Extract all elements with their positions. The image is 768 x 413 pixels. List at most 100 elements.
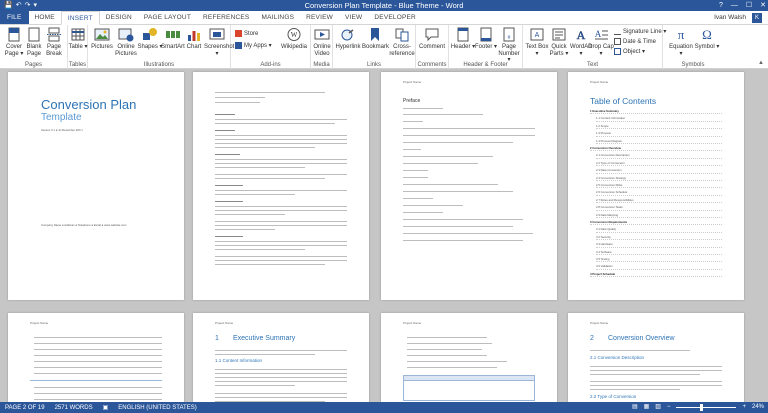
- word-count[interactable]: 2571 WORDS: [50, 405, 98, 411]
- tab-insert[interactable]: INSERT: [60, 11, 100, 25]
- quick-parts-icon: [552, 28, 566, 41]
- toc-item[interactable]: 1.1 Content Information: [596, 117, 722, 122]
- toc-item[interactable]: 3.6 Validation: [596, 265, 722, 270]
- hyperlink-icon: [341, 29, 354, 41]
- page-preface[interactable]: Project Name Preface: [381, 72, 557, 300]
- signature-icon: [614, 28, 621, 35]
- tab-references[interactable]: REFERENCES: [197, 11, 255, 24]
- zoom-out-button[interactable]: −: [667, 402, 671, 413]
- signature-line-button[interactable]: Signature Line ▾: [614, 28, 666, 35]
- toc-item[interactable]: 2.6 Conversion Schedule: [596, 191, 722, 196]
- help-button[interactable]: ?: [719, 0, 723, 11]
- page-toc-continued[interactable]: Project Name: [8, 313, 184, 402]
- zoom-in-button[interactable]: +: [742, 402, 746, 413]
- toc-item[interactable]: 2.9 Data Mapping: [596, 213, 722, 218]
- cross-reference-button[interactable]: Cross-reference: [389, 27, 415, 57]
- page-copyright[interactable]: [193, 72, 369, 300]
- drop-cap-button[interactable]: A Drop Cap ▾: [588, 27, 614, 57]
- page-toc[interactable]: Project Name Table of Contents 1 Executi…: [568, 72, 744, 300]
- group-pages: Cover Page ▾ Blank Page Page Break Pages: [0, 25, 68, 69]
- toc-item[interactable]: 2.5 Conversion Risks: [596, 183, 722, 189]
- tab-view[interactable]: VIEW: [339, 11, 368, 24]
- store-button[interactable]: Store: [235, 30, 258, 37]
- page-conversion-overview[interactable]: Project Name 2 Conversion Overview 2.1 C…: [568, 313, 744, 402]
- online-pictures-button[interactable]: Online Pictures: [113, 27, 139, 57]
- online-picture-icon: [118, 28, 134, 42]
- toc-item[interactable]: 3.1 Data Quality: [596, 228, 722, 233]
- date-time-button[interactable]: Date & Time: [614, 38, 656, 45]
- page-cover[interactable]: Conversion Plan Template Version X.x ● 3…: [8, 72, 184, 300]
- group-symbols: π Equation ▾ Ω Symbol ▾ Symbols: [668, 27, 720, 68]
- tab-home[interactable]: HOME: [29, 11, 61, 24]
- tab-review[interactable]: REVIEW: [300, 11, 339, 24]
- toc-item[interactable]: 3.2 Security: [596, 235, 722, 241]
- page-count[interactable]: PAGE 2 OF 19: [0, 405, 50, 411]
- toc-item[interactable]: 3.4 Software: [596, 250, 722, 255]
- toc-item[interactable]: 2.1 Conversion Description: [596, 154, 722, 159]
- conv-number: 2: [590, 335, 594, 342]
- zoom-slider[interactable]: [676, 404, 737, 411]
- toc-item[interactable]: 1.4 Process Diagram: [596, 139, 722, 144]
- wikipedia-button[interactable]: W Wikipedia: [281, 27, 307, 51]
- toc-item[interactable]: 2.7 Roles and Responsibilities: [596, 198, 722, 204]
- conv-heading: Conversion Overview: [608, 335, 675, 342]
- video-icon: [314, 29, 330, 40]
- document-area[interactable]: Conversion Plan Template Version X.x ● 3…: [0, 70, 768, 402]
- tab-page-layout[interactable]: PAGE LAYOUT: [138, 11, 197, 24]
- pictures-button[interactable]: Pictures: [89, 27, 115, 51]
- toc-item[interactable]: 2.4 Conversion Strategy: [596, 176, 722, 181]
- my-apps-button[interactable]: My Apps ▾: [235, 42, 272, 49]
- exec-page-header: Project Name: [215, 321, 234, 325]
- cover-footer: Company Name ● Address ● Telephone ● Ema…: [41, 223, 127, 227]
- avatar[interactable]: K: [752, 13, 762, 23]
- symbol-button[interactable]: Ω Symbol ▾: [694, 27, 720, 51]
- svg-text:A: A: [595, 29, 602, 39]
- tab-design[interactable]: DESIGN: [100, 11, 138, 24]
- screenshot-button[interactable]: Screenshot ▾: [204, 27, 234, 57]
- svg-text:A: A: [577, 28, 586, 42]
- web-layout-icon[interactable]: ▥: [655, 402, 661, 413]
- read-mode-icon[interactable]: ▤: [632, 402, 638, 413]
- maximize-button[interactable]: ☐: [746, 0, 752, 11]
- user-name[interactable]: Ivan Walsh: [714, 11, 746, 25]
- comment-button[interactable]: Comment: [419, 27, 445, 51]
- blank-page-icon: [28, 27, 40, 42]
- toc-item[interactable]: 3.5 Testing: [596, 257, 722, 263]
- page-process[interactable]: Project Name: [381, 313, 557, 402]
- toc-item[interactable]: 3.3 Hardware: [596, 242, 722, 248]
- toc-item[interactable]: 1 Executive Summary: [590, 109, 722, 115]
- equation-button[interactable]: π Equation ▾: [668, 27, 694, 57]
- close-button[interactable]: ✕: [760, 0, 766, 11]
- page-break-button[interactable]: Page Break: [41, 27, 67, 57]
- collapse-ribbon-icon[interactable]: ▲: [758, 60, 764, 66]
- print-layout-icon[interactable]: ▦: [644, 402, 650, 413]
- toc-item[interactable]: 1.2 Scope: [596, 124, 722, 130]
- toc-item[interactable]: 2.2 Type of Conversion: [596, 161, 722, 167]
- equation-icon: π: [678, 27, 685, 42]
- hyperlink-button[interactable]: Hyperlink: [335, 27, 361, 51]
- page-executive-summary[interactable]: Project Name 1 Executive Summary 1.1 Con…: [193, 313, 369, 402]
- tab-file[interactable]: FILE: [0, 11, 29, 24]
- toc-item[interactable]: 2.3 Data Conversion: [596, 168, 722, 174]
- toc-cont-header: Project Name: [30, 321, 49, 325]
- object-button[interactable]: Object ▾: [614, 48, 645, 55]
- zoom-slider-thumb[interactable]: [700, 404, 704, 411]
- toc-item[interactable]: 4 Project Schedule: [590, 272, 722, 278]
- zoom-level[interactable]: 24%: [752, 402, 764, 413]
- language-indicator[interactable]: ENGLISH (UNITED STATES): [113, 405, 201, 411]
- proofing-icon[interactable]: ▣: [98, 404, 114, 411]
- header-icon: [457, 27, 469, 42]
- toc-item[interactable]: 2.8 Conversion Tasks: [596, 205, 722, 211]
- minimize-button[interactable]: —: [731, 0, 738, 11]
- toc-item[interactable]: 1.3 Purpose: [596, 131, 722, 137]
- svg-text:W: W: [291, 31, 298, 39]
- toc-item[interactable]: 2 Conversion Overview: [590, 146, 722, 152]
- screenshot-icon: [209, 28, 225, 40]
- online-video-button[interactable]: Online Video: [309, 27, 335, 57]
- bookmark-button[interactable]: Bookmark: [362, 27, 389, 51]
- tab-mailings[interactable]: MAILINGS: [255, 11, 300, 24]
- title-bar: 💾 ↶ ↷ ▾ Conversion Plan Template - Blue …: [0, 0, 768, 11]
- tab-developer[interactable]: DEVELOPER: [368, 11, 422, 24]
- toc-item[interactable]: 3 Conversion Requirements: [590, 220, 722, 226]
- page-number-button[interactable]: # Page Number ▾: [496, 27, 522, 64]
